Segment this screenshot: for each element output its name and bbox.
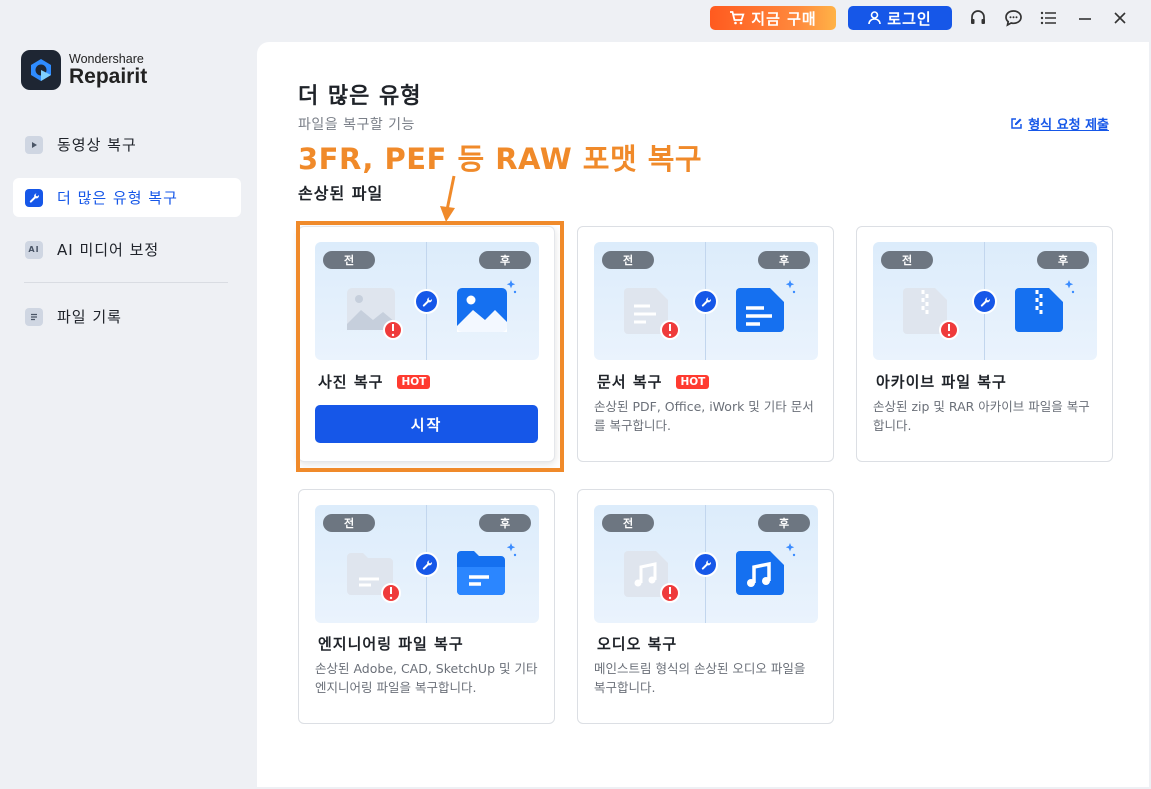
brand-big: Repairit <box>69 65 148 89</box>
buy-now-button[interactable]: 지금 구매 <box>710 6 836 30</box>
sidebar-item-video-repair[interactable]: 동영상 복구 <box>13 125 241 164</box>
play-icon <box>25 135 43 154</box>
document-fixed-icon <box>736 280 796 332</box>
page-subtitle: 파일을 복구할 기능 <box>298 117 415 133</box>
repair-wrench-icon <box>693 289 718 314</box>
section-title: 손상된 파일 <box>298 184 384 203</box>
buy-now-label: 지금 구매 <box>751 9 817 28</box>
card-description: 손상된 zip 및 RAR 아카이브 파일을 복구합니다. <box>873 399 1090 433</box>
cart-icon <box>730 11 745 25</box>
before-badge: 전 <box>323 514 375 532</box>
sidebar-item-label: 동영상 복구 <box>57 136 137 154</box>
before-badge: 전 <box>881 251 933 269</box>
card-title-text: 엔지니어링 파일 복구 <box>318 635 464 653</box>
card-title-text: 오디오 복구 <box>597 635 678 653</box>
sidebar-divider <box>24 282 228 283</box>
card-description: 손상된 PDF, Office, iWork 및 기타 문서를 복구합니다. <box>594 399 814 433</box>
card-thumbnail: 전 후 <box>594 242 818 360</box>
music-fixed-icon <box>736 543 796 595</box>
document-broken-icon <box>624 288 680 340</box>
after-badge: 후 <box>1037 251 1089 269</box>
card-engineering-repair[interactable]: 전 후 엔지니어링 파일 복구 손상된 Adobe, CAD, SketchUp… <box>298 489 555 724</box>
sidebar-item-label: AI 미디어 보정 <box>57 241 160 259</box>
wrench-icon <box>25 188 43 207</box>
annotation-text: 3FR, PEF 등 RAW 포맷 복구 <box>298 142 703 176</box>
folder-broken-icon <box>347 553 401 603</box>
chat-icon[interactable] <box>1002 7 1024 29</box>
menu-icon[interactable] <box>1038 7 1060 29</box>
card-document-repair[interactable]: 전 후 문서 복구 HOT 손상된 PDF, Office, iWork 및 기… <box>577 226 834 462</box>
card-title-text: 아카이브 파일 복구 <box>876 373 1007 391</box>
card-thumbnail: 전 후 <box>873 242 1097 360</box>
sidebar-item-label: 더 많은 유형 복구 <box>57 189 178 207</box>
before-badge: 전 <box>602 514 654 532</box>
card-title: 엔지니어링 파일 복구 <box>318 633 464 654</box>
title-bar: 지금 구매 로그인 <box>0 0 1151 38</box>
annotation-arrow <box>440 175 456 222</box>
card-title: 문서 복구 HOT <box>597 371 710 392</box>
card-title: 아카이브 파일 복구 <box>876 371 1007 392</box>
login-button[interactable]: 로그인 <box>848 6 952 30</box>
sidebar-item-ai-media[interactable]: AI AI 미디어 보정 <box>13 230 241 269</box>
file-list-icon <box>25 307 43 326</box>
card-description: 손상된 Adobe, CAD, SketchUp 및 기타 엔지니어링 파일을 … <box>315 661 538 695</box>
after-badge: 후 <box>758 251 810 269</box>
folder-fixed-icon <box>457 543 517 595</box>
minimize-icon[interactable] <box>1074 7 1096 29</box>
edit-icon <box>1011 118 1022 129</box>
headset-icon[interactable] <box>967 7 989 29</box>
repair-wrench-icon <box>414 552 439 577</box>
card-audio-repair[interactable]: 전 후 오디오 복구 메인스트림 형식의 손상된 오디오 파일을 복구합니다. <box>577 489 834 724</box>
sidebar-item-label: 파일 기록 <box>57 308 122 326</box>
after-badge: 후 <box>479 514 531 532</box>
close-icon[interactable] <box>1109 7 1131 29</box>
card-description: 메인스트림 형식의 손상된 오디오 파일을 복구합니다. <box>594 661 806 695</box>
user-icon <box>868 11 882 25</box>
archive-broken-icon <box>903 288 959 340</box>
login-label: 로그인 <box>887 9 932 28</box>
card-title-text: 문서 복구 <box>597 373 663 391</box>
sidebar-item-more-types[interactable]: 더 많은 유형 복구 <box>13 178 241 217</box>
brand-small: Wondershare <box>69 51 144 66</box>
repair-wrench-icon <box>972 289 997 314</box>
repairit-logo-icon <box>21 50 61 90</box>
music-broken-icon <box>624 551 680 603</box>
page-title: 더 많은 유형 <box>298 84 422 109</box>
card-thumbnail: 전 후 <box>315 505 539 623</box>
after-badge: 후 <box>758 514 810 532</box>
hot-badge: HOT <box>676 374 710 389</box>
request-format-link[interactable]: 형식 요청 제출 <box>1010 114 1109 133</box>
card-title: 오디오 복구 <box>597 633 677 654</box>
annotation-highlight-box <box>296 221 564 472</box>
card-archive-repair[interactable]: 전 후 아카이브 파일 복구 손상된 zip 및 RAR 아카이브 파일을 복구… <box>856 226 1113 462</box>
repair-wrench-icon <box>693 552 718 577</box>
sidebar-item-file-history[interactable]: 파일 기록 <box>13 297 241 336</box>
before-badge: 전 <box>602 251 654 269</box>
brand-logo: Wondershare Repairit <box>21 50 147 90</box>
ai-icon: AI <box>25 240 43 259</box>
archive-fixed-icon <box>1015 280 1075 332</box>
request-format-label: 형식 요청 제출 <box>1028 118 1109 133</box>
card-thumbnail: 전 후 <box>594 505 818 623</box>
